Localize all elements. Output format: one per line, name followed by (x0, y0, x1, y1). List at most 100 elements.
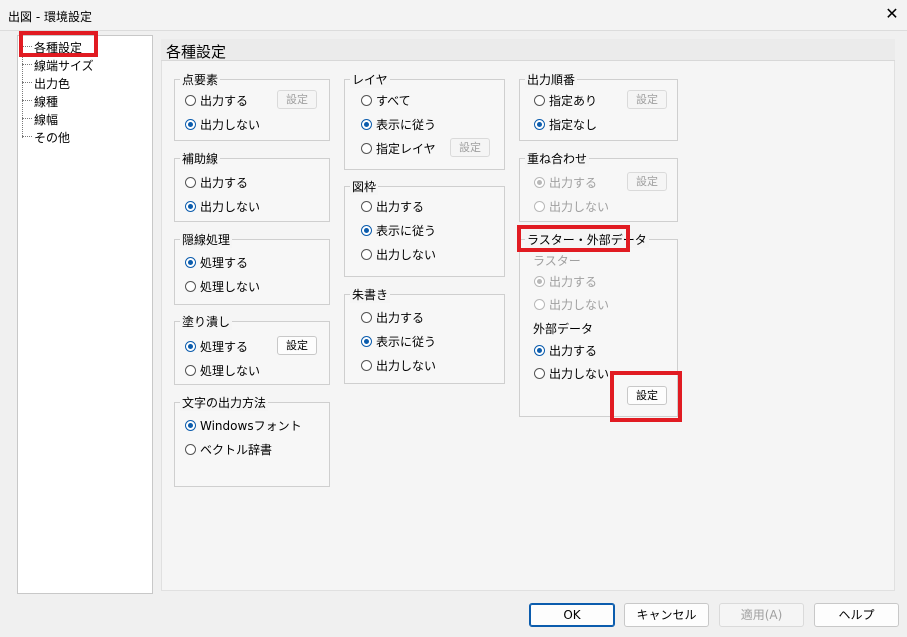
group-label: レイヤ (350, 71, 390, 88)
raster-no-output-radio[interactable]: 出力しない (534, 296, 609, 313)
group-label: 朱書き (350, 286, 391, 303)
panel-title: 各種設定 (166, 43, 227, 61)
layer-specified-radio[interactable]: 指定レイヤ (361, 140, 436, 157)
radio-icon (185, 119, 196, 130)
point-settings-button[interactable]: 設定 (277, 90, 317, 109)
frame-output-radio[interactable]: 出力する (361, 198, 424, 215)
aux-no-output-radio[interactable]: 出力しない (185, 198, 260, 215)
close-icon[interactable]: ✕ (882, 4, 902, 24)
overlay-no-output-radio[interactable]: 出力しない (534, 198, 609, 215)
radio-label: 指定なし (549, 118, 598, 132)
ok-button[interactable]: OK (529, 603, 615, 627)
group-label: 補助線 (180, 150, 221, 167)
frame-no-output-radio[interactable]: 出力しない (361, 246, 436, 263)
external-settings-button[interactable]: 設定 (627, 386, 667, 405)
radio-label: 出力する (200, 94, 249, 108)
tree-item-line-width[interactable]: 線幅 (34, 111, 58, 128)
radio-icon (185, 281, 196, 292)
radio-icon (361, 201, 372, 212)
text-windows-font-radio[interactable]: Windowsフォント (185, 417, 302, 434)
radio-icon (361, 143, 372, 154)
radio-icon (185, 444, 196, 455)
radio-icon (361, 360, 372, 371)
apply-button[interactable]: 適用(A) (719, 603, 804, 627)
radio-label: 指定レイヤ (376, 142, 436, 156)
radio-icon (185, 95, 196, 106)
radio-icon (185, 201, 196, 212)
tree-item-line-type[interactable]: 線種 (34, 93, 58, 110)
point-output-radio[interactable]: 出力する (185, 92, 248, 109)
radio-label: 処理しない (200, 364, 261, 378)
redline-follow-display-radio[interactable]: 表示に従う (361, 333, 436, 350)
window-title: 出図 - 環境設定 (8, 10, 92, 24)
tree-item-output-color[interactable]: 出力色 (34, 75, 70, 92)
tree-branch (22, 64, 32, 65)
external-data-sublabel: 外部データ (533, 322, 594, 336)
radio-label: 出力する (376, 200, 425, 214)
radio-icon (185, 257, 196, 268)
radio-icon (534, 95, 545, 106)
radio-icon (534, 177, 545, 188)
radio-label: 出力しない (200, 118, 261, 132)
tree-branch (22, 136, 32, 137)
radio-icon (534, 368, 545, 379)
cancel-button[interactable]: キャンセル (624, 603, 709, 627)
hidden-process-radio[interactable]: 処理する (185, 254, 248, 271)
tree-branch (22, 46, 32, 47)
fill-no-process-radio[interactable]: 処理しない (185, 362, 260, 379)
radio-icon (534, 119, 545, 130)
title-bar (0, 0, 907, 30)
order-unspecified-radio[interactable]: 指定なし (534, 116, 597, 133)
overlay-output-radio[interactable]: 出力する (534, 174, 597, 191)
radio-label: 出力する (549, 344, 598, 358)
hidden-no-process-radio[interactable]: 処理しない (185, 278, 260, 295)
panel-header (161, 39, 895, 61)
frame-follow-display-radio[interactable]: 表示に従う (361, 222, 436, 239)
radio-icon (185, 365, 196, 376)
help-button[interactable]: ヘルプ (814, 603, 899, 627)
radio-icon (361, 119, 372, 130)
radio-label: ベクトル辞書 (200, 443, 273, 457)
fill-process-radio[interactable]: 処理する (185, 338, 248, 355)
order-settings-button[interactable]: 設定 (627, 90, 667, 109)
tree-branch (22, 82, 32, 83)
text-vector-dict-radio[interactable]: ベクトル辞書 (185, 441, 272, 458)
layer-settings-button[interactable]: 設定 (450, 138, 490, 157)
tree-item-general[interactable]: 各種設定 (34, 39, 82, 56)
group-label: 塗り潰し (180, 313, 233, 330)
radio-label: 処理しない (200, 280, 261, 294)
radio-label: 出力しない (549, 367, 610, 381)
layer-follow-display-radio[interactable]: 表示に従う (361, 116, 436, 133)
aux-output-radio[interactable]: 出力する (185, 174, 248, 191)
radio-label: 出力する (549, 275, 598, 289)
raster-output-radio[interactable]: 出力する (534, 273, 597, 290)
radio-label: すべて (376, 94, 411, 108)
external-output-radio[interactable]: 出力する (534, 342, 597, 359)
tree-branch (22, 100, 32, 101)
radio-label: 表示に従う (376, 335, 437, 349)
radio-label: Windowsフォント (200, 419, 302, 433)
redline-output-radio[interactable]: 出力する (361, 309, 424, 326)
radio-label: 出力しない (376, 248, 437, 262)
fill-settings-button[interactable]: 設定 (277, 336, 317, 355)
tree-item-other[interactable]: その他 (34, 129, 70, 146)
external-no-output-radio[interactable]: 出力しない (534, 365, 609, 382)
radio-icon (534, 345, 545, 356)
tree-connector (22, 46, 23, 138)
order-specified-radio[interactable]: 指定あり (534, 92, 597, 109)
point-no-output-radio[interactable]: 出力しない (185, 116, 260, 133)
settings-tree: 各種設定 線端サイズ 出力色 線種 線幅 その他 (17, 35, 153, 594)
radio-icon (534, 276, 545, 287)
radio-icon (185, 420, 196, 431)
layer-all-radio[interactable]: すべて (361, 92, 411, 109)
radio-label: 出力しない (549, 298, 610, 312)
radio-label: 指定あり (549, 94, 598, 108)
overlay-settings-button[interactable]: 設定 (627, 172, 667, 191)
radio-label: 処理する (200, 340, 249, 354)
radio-label: 出力する (549, 176, 598, 190)
title-divider (0, 30, 907, 31)
radio-icon (361, 225, 372, 236)
redline-no-output-radio[interactable]: 出力しない (361, 357, 436, 374)
tree-item-line-end-size[interactable]: 線端サイズ (34, 57, 94, 74)
group-label: 出力順番 (525, 71, 578, 88)
